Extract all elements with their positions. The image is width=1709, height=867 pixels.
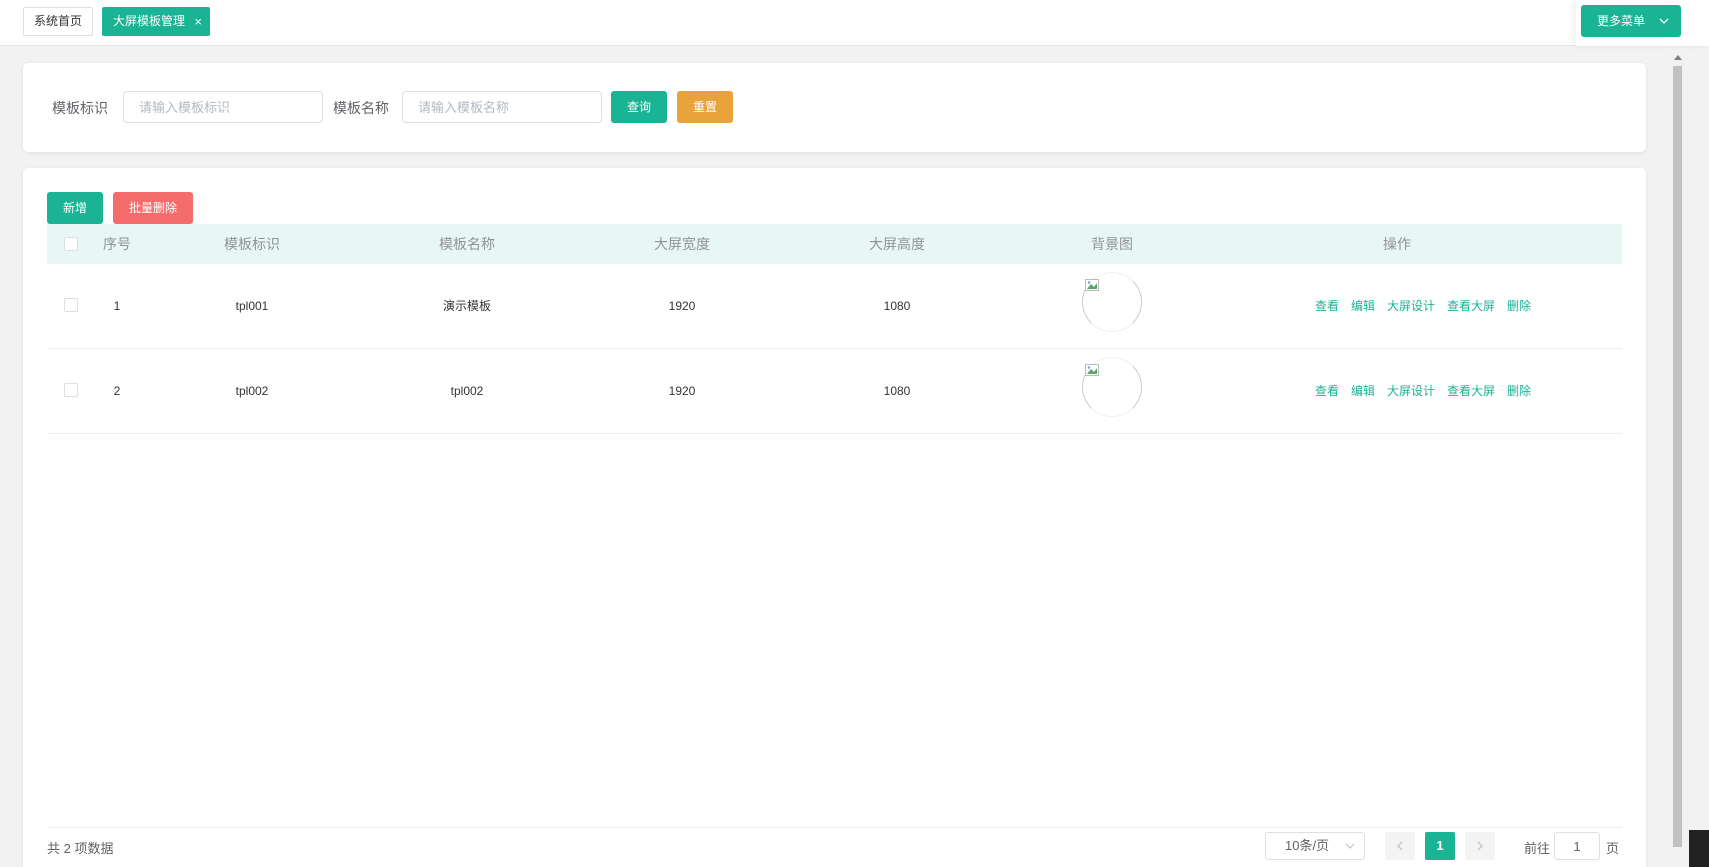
more-menu-area: 更多菜单 xyxy=(1576,0,1709,46)
screen-design-action[interactable]: 大屏设计 xyxy=(1387,349,1435,433)
tab-screen-template[interactable]: 大屏模板管理 × xyxy=(102,7,210,36)
edit-action[interactable]: 编辑 xyxy=(1351,264,1375,348)
table-row: 2 tpl002 tpl002 1920 1080 查看 编辑 大屏设计 查看大… xyxy=(47,349,1622,434)
total-count: 共 2 项数据 xyxy=(47,841,114,856)
row-width: 1920 xyxy=(668,384,696,398)
row-index: 2 xyxy=(113,384,121,398)
reset-button[interactable]: 重置 xyxy=(677,91,733,123)
screen-design-action[interactable]: 大屏设计 xyxy=(1387,264,1435,348)
row-template-id: tpl002 xyxy=(235,384,269,398)
view-screen-action[interactable]: 查看大屏 xyxy=(1447,264,1495,348)
select-all-checkbox[interactable] xyxy=(64,237,78,251)
delete-action[interactable]: 删除 xyxy=(1507,349,1531,433)
column-header-index: 序号 xyxy=(103,236,131,252)
vertical-scrollbar[interactable] xyxy=(1671,52,1684,847)
row-width: 1920 xyxy=(668,299,696,313)
template-id-label: 模板标识 xyxy=(52,100,108,116)
tab-home-label: 系统首页 xyxy=(33,14,82,28)
page-size-select[interactable]: 10条/页 xyxy=(1265,832,1365,860)
row-height: 1080 xyxy=(883,299,911,313)
row-template-id: tpl001 xyxy=(235,299,269,313)
template-id-input[interactable] xyxy=(123,91,323,123)
row-checkbox[interactable] xyxy=(64,298,78,312)
table-header: 序号 模板标识 模板名称 大屏宽度 大屏高度 背景图 操作 xyxy=(47,224,1622,264)
column-header-width: 大屏宽度 xyxy=(654,236,710,252)
query-button[interactable]: 查询 xyxy=(611,91,667,123)
close-icon[interactable]: × xyxy=(194,8,202,35)
more-menu-button[interactable]: 更多菜单 xyxy=(1581,5,1681,37)
chevron-down-icon xyxy=(1659,5,1669,49)
view-screen-action[interactable]: 查看大屏 xyxy=(1447,349,1495,433)
prev-page-button[interactable] xyxy=(1385,832,1415,860)
add-button[interactable]: 新增 xyxy=(47,192,103,224)
next-page-button[interactable] xyxy=(1465,832,1495,860)
row-index: 1 xyxy=(113,299,121,313)
page-suffix-label: 页 xyxy=(1606,841,1620,856)
footer-divider xyxy=(47,827,1622,828)
scroll-up-arrow-icon[interactable] xyxy=(1674,55,1682,60)
tab-home[interactable]: 系统首页 xyxy=(23,7,93,36)
background-image-thumbnail[interactable] xyxy=(1082,357,1142,417)
row-actions: 查看 编辑 大屏设计 查看大屏 删除 xyxy=(1315,349,1535,433)
column-header-template-name: 模板名称 xyxy=(439,236,495,252)
background-image-thumbnail[interactable] xyxy=(1082,272,1142,332)
delete-action[interactable]: 删除 xyxy=(1507,264,1531,348)
table-panel: 新增 批量删除 序号 模板标识 模板名称 大屏宽度 大屏高度 背景图 操作 1 … xyxy=(23,168,1646,867)
scrollbar-thumb[interactable] xyxy=(1673,66,1682,847)
table-row: 1 tpl001 演示模板 1920 1080 查看 编辑 大屏设计 查看大屏 … xyxy=(47,264,1622,349)
row-template-name: tpl002 xyxy=(450,384,484,398)
column-header-template-id: 模板标识 xyxy=(224,236,280,252)
window-corner xyxy=(1689,830,1709,867)
column-header-background: 背景图 xyxy=(1091,236,1133,252)
row-checkbox[interactable] xyxy=(64,383,78,397)
broken-image-icon xyxy=(1085,279,1099,291)
chevron-right-icon xyxy=(1477,841,1483,851)
template-name-input[interactable] xyxy=(402,91,602,123)
row-template-name: 演示模板 xyxy=(442,299,491,313)
page-size-value: 10条/页 xyxy=(1285,838,1330,853)
search-panel: 模板标识 模板名称 查询 重置 xyxy=(23,63,1646,152)
template-name-label: 模板名称 xyxy=(333,100,389,116)
chevron-down-icon xyxy=(1345,833,1355,867)
tab-screen-template-label: 大屏模板管理 xyxy=(113,14,186,28)
view-action[interactable]: 查看 xyxy=(1315,264,1339,348)
column-header-height: 大屏高度 xyxy=(869,236,925,252)
broken-image-icon xyxy=(1085,364,1099,376)
page-number-button[interactable]: 1 xyxy=(1425,832,1455,860)
goto-label: 前往 xyxy=(1524,841,1551,856)
goto-page-input[interactable] xyxy=(1554,832,1600,860)
batch-delete-button[interactable]: 批量删除 xyxy=(113,192,193,224)
more-menu-label: 更多菜单 xyxy=(1597,14,1646,28)
row-actions: 查看 编辑 大屏设计 查看大屏 删除 xyxy=(1315,264,1535,348)
column-header-actions: 操作 xyxy=(1383,236,1411,252)
tabs-bar: 系统首页 大屏模板管理 × 更多菜单 xyxy=(0,0,1709,46)
chevron-left-icon xyxy=(1397,841,1403,851)
view-action[interactable]: 查看 xyxy=(1315,349,1339,433)
edit-action[interactable]: 编辑 xyxy=(1351,349,1375,433)
row-height: 1080 xyxy=(883,384,911,398)
